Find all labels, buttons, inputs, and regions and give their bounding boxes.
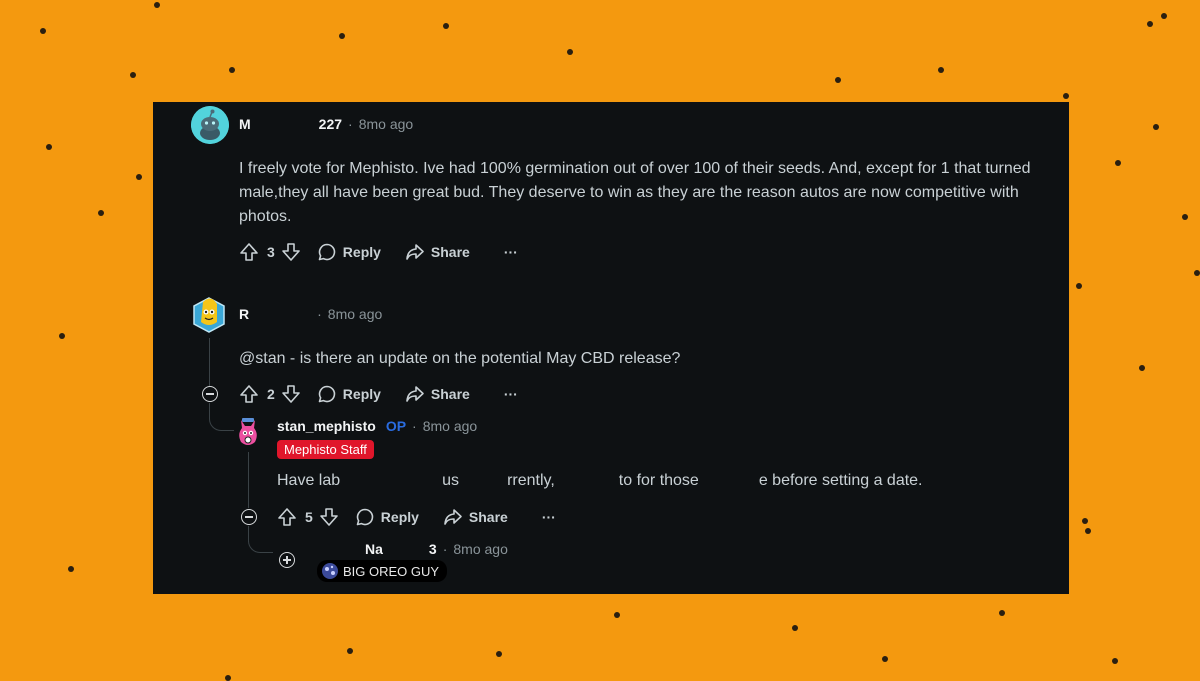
separator: · [317,306,322,322]
share-label: Share [468,509,508,525]
more-options-button[interactable]: ··· [542,509,556,525]
share-button[interactable]: Share [443,507,508,527]
body-fragment: Have lab [277,472,341,489]
reply-label: Reply [380,509,419,525]
author-name[interactable]: Na 3 [315,541,437,557]
more-options-button[interactable]: ··· [504,386,518,402]
vote-count: 2 [267,386,275,402]
thread-line[interactable] [209,338,210,388]
comment-header: M 227 · 8mo ago [239,116,413,132]
separator: · [348,116,353,132]
comment-body: I freely vote for Mephisto. Ive had 100%… [239,160,1031,225]
timestamp[interactable]: 8mo ago [453,541,507,557]
upvote-icon [278,508,296,526]
collapse-icon[interactable] [202,386,218,402]
upvote-icon [240,385,258,403]
separator: · [412,418,417,434]
flair-text: BIG OREO GUY [343,563,440,579]
author-name[interactable]: R [239,306,312,322]
op-badge: OP [385,418,407,434]
reply-button[interactable]: Reply [317,384,381,404]
comment-header: R · 8mo ago [239,306,382,322]
vote-count: 3 [267,244,275,260]
upvote-button[interactable] [239,242,259,262]
thread-line[interactable] [248,452,249,508]
reply-button[interactable]: Reply [355,507,419,527]
comment-header: Na 3 · 8mo ago [315,541,508,557]
body-fragment: us [442,472,460,489]
body-fragment: e before setting a date. [758,472,923,489]
downvote-button[interactable] [281,384,301,404]
reply-label: Reply [342,244,381,260]
oreo-flair-icon [322,563,338,579]
more-options-button[interactable]: ··· [504,244,518,260]
body-fragment: rrently, [507,472,555,489]
reply-label: Reply [342,386,381,402]
downvote-icon [281,385,300,403]
comment-icon [318,243,336,261]
user-flair: BIG OREO GUY [317,560,448,582]
downvote-button[interactable] [319,507,339,527]
downvote-icon [281,243,300,261]
comment-icon [356,508,374,526]
author-name[interactable]: M 227 [239,116,342,132]
upvote-button[interactable] [239,384,259,404]
reply-button[interactable]: Reply [317,242,381,262]
comment-thread: M 227 · 8mo ago I freely vote for Mephist… [153,102,1069,594]
upvote-button[interactable] [277,507,297,527]
share-label: Share [430,386,470,402]
snoo-avatar-icon[interactable] [191,106,229,144]
comment-header: stan_mephisto OP · 8mo ago [277,418,477,434]
timestamp[interactable]: 8mo ago [328,306,382,322]
body-fragment: to for those [618,472,699,489]
upvote-icon [240,243,258,261]
expand-icon[interactable] [279,552,295,568]
comment-actions: 5 Reply Share ··· [277,507,556,527]
timestamp[interactable]: 8mo ago [423,418,477,434]
thread-connector [248,538,273,553]
share-label: Share [430,244,470,260]
comment-body: Have lab us rrently, to for those e before s… [277,469,923,493]
mephisto-avatar-icon[interactable] [233,416,263,450]
share-icon [406,244,424,260]
downvote-icon [319,508,338,526]
separator: · [442,541,448,557]
timestamp[interactable]: 8mo ago [359,116,413,132]
comment-icon [318,385,336,403]
share-icon [444,509,462,525]
comment-actions: 3 Reply Share ··· [239,242,518,262]
banana-avatar-icon[interactable] [191,294,227,334]
share-button[interactable]: Share [405,242,470,262]
thread-connector [209,416,234,431]
comment-actions: 2 Reply Share ··· [239,384,518,404]
share-icon [406,386,424,402]
downvote-button[interactable] [281,242,301,262]
staff-flair: Mephisto Staff [277,440,374,459]
collapse-icon[interactable] [241,509,257,525]
comment-body: @stan - is there an update on the potent… [239,350,681,367]
share-button[interactable]: Share [405,384,470,404]
vote-count: 5 [305,509,313,525]
author-name[interactable]: stan_mephisto [277,418,376,434]
